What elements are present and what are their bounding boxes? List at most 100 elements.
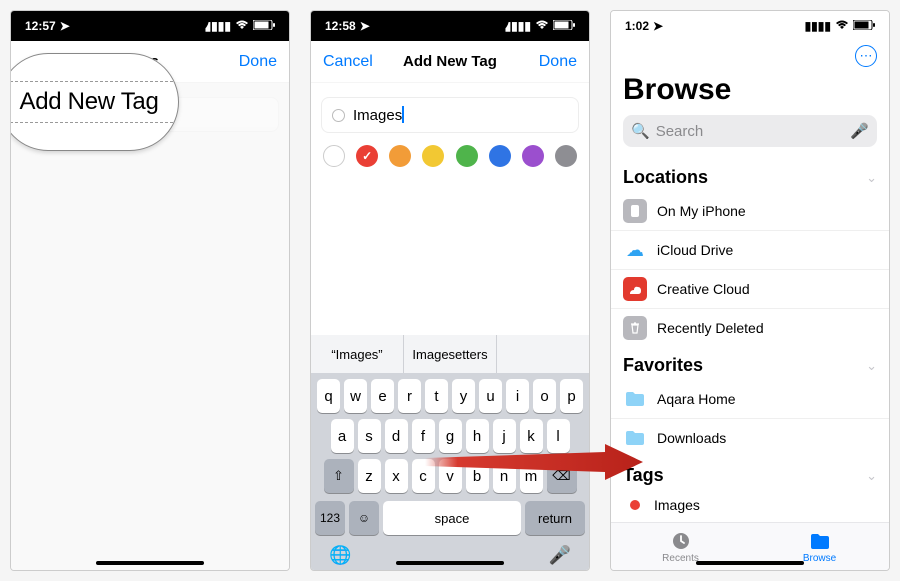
nav-title: Add New Tag — [403, 53, 497, 70]
key-c[interactable]: c — [412, 459, 435, 493]
key-l[interactable]: l — [547, 419, 570, 453]
tag-name-value[interactable]: Images — [353, 107, 402, 124]
key-t[interactable]: t — [425, 379, 448, 413]
key-n[interactable]: n — [493, 459, 516, 493]
row-label: On My iPhone — [657, 203, 746, 219]
tag-color-yellow[interactable] — [422, 145, 444, 167]
key-j[interactable]: j — [493, 419, 516, 453]
tag-name-input-row[interactable]: Images — [321, 97, 579, 133]
key-e[interactable]: e — [371, 379, 394, 413]
mic-icon[interactable]: 🎤 — [850, 122, 869, 140]
key-v[interactable]: v — [439, 459, 462, 493]
key-h[interactable]: h — [466, 419, 489, 453]
home-indicator[interactable] — [396, 561, 504, 565]
key-k[interactable]: k — [520, 419, 543, 453]
status-time: 12:57 — [25, 19, 56, 33]
tag-color-none[interactable] — [323, 145, 345, 167]
section-locations-header[interactable]: Locations ⌄ — [611, 167, 889, 188]
more-button[interactable]: ⋯ — [855, 45, 877, 67]
battery-icon — [553, 19, 575, 33]
trash-icon — [623, 316, 647, 340]
tag-color-gray[interactable] — [555, 145, 577, 167]
wifi-icon — [835, 19, 849, 33]
chevron-down-icon: ⌄ — [866, 468, 877, 484]
key-s[interactable]: s — [358, 419, 381, 453]
tag-color-orange[interactable] — [389, 145, 411, 167]
key-space[interactable]: space — [383, 501, 521, 535]
suggestion-item[interactable]: “Images” — [311, 335, 404, 373]
key-m[interactable]: m — [520, 459, 543, 493]
key-o[interactable]: o — [533, 379, 556, 413]
chevron-down-icon: ⌄ — [866, 358, 877, 374]
key-g[interactable]: g — [439, 419, 462, 453]
screen-add-tag-color: 12:58 ➤ ▮▮▮▮ Cancel Add New Tag Done Ima… — [310, 10, 590, 571]
favorite-row[interactable]: Downloads — [611, 419, 889, 457]
cloud-icon: ☁ — [623, 238, 647, 262]
home-indicator[interactable] — [696, 561, 804, 565]
key-i[interactable]: i — [506, 379, 529, 413]
phone-icon — [623, 199, 647, 223]
key-a[interactable]: a — [331, 419, 354, 453]
battery-icon — [253, 19, 275, 33]
row-label: Downloads — [657, 430, 726, 446]
suggestion-item[interactable]: Imagesetters — [404, 335, 497, 373]
text-cursor — [402, 106, 404, 123]
chevron-down-icon: ⌄ — [866, 170, 877, 186]
search-input[interactable]: 🔍 Search 🎤 — [623, 115, 877, 147]
mic-icon[interactable]: 🎤 — [549, 545, 571, 566]
row-label: Recently Deleted — [657, 320, 764, 336]
signal-icon: ▮▮▮▮ — [805, 19, 831, 33]
home-indicator[interactable] — [96, 561, 204, 565]
key-w[interactable]: w — [344, 379, 367, 413]
battery-icon — [853, 19, 875, 33]
key-q[interactable]: q — [317, 379, 340, 413]
key-return[interactable]: return — [525, 501, 585, 535]
key-123[interactable]: 123 — [315, 501, 345, 535]
tag-color-blue[interactable] — [489, 145, 511, 167]
done-button[interactable]: Done — [521, 53, 577, 71]
section-tags-header[interactable]: Tags ⌄ — [611, 465, 889, 486]
globe-icon[interactable]: 🌐 — [329, 545, 351, 566]
key-r[interactable]: r — [398, 379, 421, 413]
key-z[interactable]: z — [358, 459, 381, 493]
folder-icon — [809, 530, 831, 552]
key-p[interactable]: p — [560, 379, 583, 413]
key-b[interactable]: b — [466, 459, 489, 493]
tag-row[interactable]: Images — [611, 490, 889, 520]
section-favorites-header[interactable]: Favorites ⌄ — [611, 355, 889, 376]
magnified-text: Add New Tag — [19, 88, 158, 115]
location-row[interactable]: On My iPhone — [611, 192, 889, 231]
key-f[interactable]: f — [412, 419, 435, 453]
notch — [91, 11, 209, 33]
key-x[interactable]: x — [385, 459, 408, 493]
location-row[interactable]: Recently Deleted — [611, 309, 889, 347]
notch — [391, 11, 509, 33]
key-backspace[interactable]: ⌫ — [547, 459, 577, 493]
location-row[interactable]: ☁iCloud Drive — [611, 231, 889, 270]
nav-bar: Cancel Add New Tag Done — [311, 41, 589, 83]
folder-icon — [623, 387, 647, 411]
screen-browse: 1:02 ➤ ▮▮▮▮ ⋯ Browse 🔍 Search 🎤 Location… — [610, 10, 890, 571]
location-icon: ➤ — [653, 19, 663, 33]
tag-color-preview — [332, 109, 345, 122]
search-icon: 🔍 — [631, 122, 650, 140]
location-icon: ➤ — [360, 19, 370, 33]
key-u[interactable]: u — [479, 379, 502, 413]
cancel-button[interactable]: Cancel — [323, 53, 379, 71]
location-icon: ➤ — [60, 19, 70, 33]
favorite-row[interactable]: Aqara Home — [611, 380, 889, 419]
keyboard: “Images”Imagesetters qwertyuiop asdfghjkl… — [311, 335, 589, 570]
key-y[interactable]: y — [452, 379, 475, 413]
nav-done-button[interactable]: Done — [221, 53, 277, 71]
row-label: Aqara Home — [657, 391, 736, 407]
status-time: 12:58 — [325, 19, 356, 33]
location-row[interactable]: Creative Cloud — [611, 270, 889, 309]
wifi-icon — [235, 19, 249, 33]
tag-color-purple[interactable] — [522, 145, 544, 167]
tag-color-green[interactable] — [456, 145, 478, 167]
key-emoji[interactable]: ☺ — [349, 501, 379, 535]
tag-color-red[interactable] — [356, 145, 378, 167]
suggestion-item[interactable] — [497, 335, 589, 373]
key-shift[interactable]: ⇧ — [324, 459, 354, 493]
key-d[interactable]: d — [385, 419, 408, 453]
